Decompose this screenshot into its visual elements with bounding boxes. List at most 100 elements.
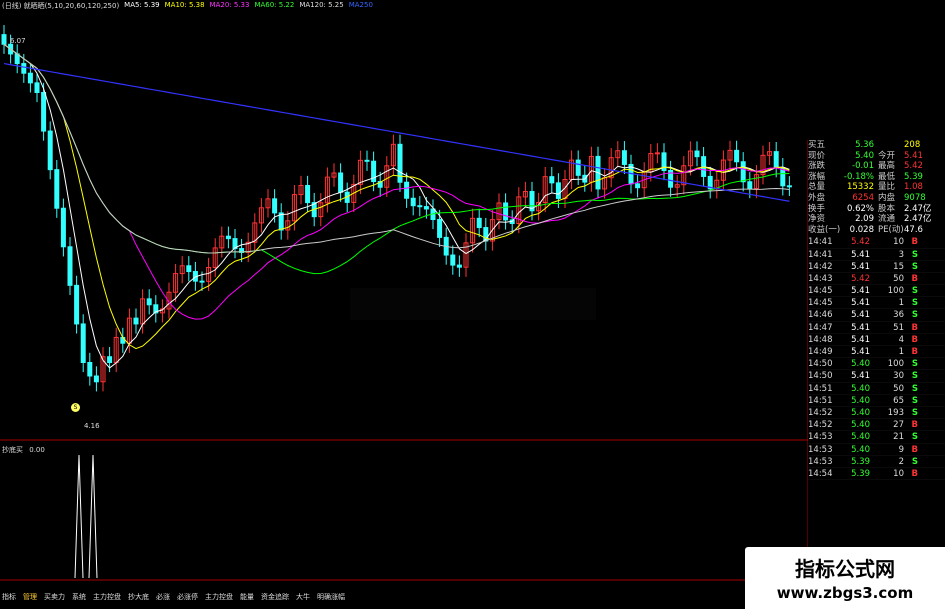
tick-price: 5.39 <box>851 456 870 467</box>
indicator-tab[interactable]: 主力控盘 <box>93 592 121 602</box>
indicator-tabs: 指标 管理 买卖力 系统 主力控盘 抄大底 必涨 必涨停 主力控盘 能量 资金追踪 大牛 明确涨幅 <box>0 592 345 602</box>
tick-price: 5.41 <box>851 310 870 321</box>
tick-volume: 10 <box>893 468 904 479</box>
tick-side: S <box>911 310 918 321</box>
tick-time: 14:50 <box>808 371 833 382</box>
quote-panel: 买五 5.36 208 现价 5.40 今开 5.41 涨跌 -0.01 最高 5.42 涨幅 -0.1… <box>808 140 945 580</box>
quote-row: 收益(一) 0.028 PE(动) 47.6 <box>808 225 945 236</box>
quote-value-2: 5.41 <box>904 150 923 161</box>
sub-chart-title: 抄底买 0.00 <box>2 445 45 455</box>
tick-volume: 50 <box>893 273 904 284</box>
quote-value: -0.01 <box>852 161 874 172</box>
quote-row: 涨跌 -0.01 最高 5.42 <box>808 161 945 172</box>
tick-volume: 193 <box>887 407 904 418</box>
candle-body <box>41 92 47 132</box>
indicator-tab[interactable]: 系统 <box>72 592 86 602</box>
kline-chart[interactable] <box>0 0 945 609</box>
quote-value-2: 47.6 <box>904 224 923 235</box>
tick-row: 14:53 5.39 2 S <box>808 456 945 468</box>
tick-side: S <box>911 407 918 418</box>
tick-volume: 27 <box>893 420 904 431</box>
tick-volume: 10 <box>893 237 904 248</box>
indicator-tab[interactable]: 主力控盘 <box>205 592 233 602</box>
tick-volume: 9 <box>898 444 904 455</box>
tick-list[interactable]: 14:41 5.42 10 B 14:41 5.41 3 S 14:42 5.41 15 S 14:43… <box>808 236 945 481</box>
tick-row: 14:46 5.41 36 S <box>808 309 945 322</box>
tick-row: 14:42 5.41 15 S <box>808 261 945 273</box>
indicator-tab[interactable]: 能量 <box>240 592 254 602</box>
tick-time: 14:48 <box>808 334 833 345</box>
indicator-tab[interactable]: 管理 <box>23 592 37 602</box>
tick-volume: 1 <box>898 298 904 309</box>
tick-time: 14:47 <box>808 322 833 333</box>
occlusion-block-top <box>534 0 945 140</box>
quote-value-2: 9078 <box>904 192 926 203</box>
quote-label: 涨跌 <box>808 161 826 172</box>
indicator-header: (日线) 就晒晒(5,10,20,60,120,250) MA5: 5.39 M… <box>2 1 373 11</box>
tick-row: 14:45 5.41 100 S <box>808 285 945 298</box>
tick-price: 5.40 <box>851 383 870 394</box>
quote-row: 买五 5.36 208 <box>808 140 945 151</box>
candle-body <box>133 317 139 325</box>
quote-row: 外盘 6254 内盘 9078 <box>808 193 945 204</box>
quote-label-2: 量比 <box>878 182 896 193</box>
candle-body <box>404 181 410 199</box>
candle-body <box>60 207 66 248</box>
indicator-tab[interactable]: 指标 <box>2 592 16 602</box>
quote-value: 15332 <box>846 182 874 193</box>
candle-body <box>747 181 753 190</box>
indicator-tab[interactable]: 大牛 <box>296 592 310 602</box>
quote-value: 5.36 <box>855 140 874 150</box>
tick-price: 5.40 <box>851 359 870 370</box>
tick-side: S <box>911 456 918 467</box>
candle-body <box>1 34 7 45</box>
candle-body <box>146 298 152 306</box>
quote-label: 买五 <box>808 140 826 150</box>
tick-time: 14:53 <box>808 432 833 443</box>
quote-value: 0.62% <box>846 203 874 214</box>
tick-row: 14:52 5.40 193 S <box>808 407 945 420</box>
candle-body <box>47 130 53 171</box>
tick-side: S <box>911 286 918 297</box>
watermark: 指标公式网 www.zbgs3.com <box>745 547 945 609</box>
indicator-tab[interactable]: 明确涨幅 <box>317 592 345 602</box>
quote-label-2: 股本 <box>878 203 896 214</box>
indicator-tab[interactable]: 必涨停 <box>177 592 198 602</box>
candle-body <box>199 280 205 283</box>
ma120-label: MA120: 5.25 <box>299 1 344 9</box>
tick-price: 5.42 <box>851 237 870 248</box>
candle-body <box>272 198 278 214</box>
tick-side: S <box>911 432 918 443</box>
quote-label: 总量 <box>808 182 826 193</box>
tick-volume: 100 <box>887 286 904 297</box>
tick-price: 5.41 <box>851 371 870 382</box>
indicator-tab[interactable]: 资金追踪 <box>261 592 289 602</box>
tick-side: B <box>911 468 918 479</box>
tick-price: 5.40 <box>851 407 870 418</box>
indicator-tab[interactable]: 必涨 <box>156 592 170 602</box>
tick-volume: 36 <box>893 310 904 321</box>
indicator-tab[interactable]: 抄大底 <box>128 592 149 602</box>
tick-side: B <box>911 237 918 248</box>
quote-value-2: 2.47亿 <box>904 214 932 225</box>
tick-price: 5.41 <box>851 249 870 260</box>
tick-side: S <box>911 371 918 382</box>
tick-side: S <box>911 359 918 370</box>
tick-time: 14:43 <box>808 273 833 284</box>
tick-side: S <box>911 383 918 394</box>
candle-body <box>93 375 99 383</box>
tick-volume: 50 <box>893 383 904 394</box>
occlusion-block-mid <box>350 288 596 320</box>
candle-body <box>34 82 40 93</box>
tick-price: 5.40 <box>851 444 870 455</box>
indicator-tab[interactable]: 买卖力 <box>44 592 65 602</box>
tick-volume: 4 <box>898 334 904 345</box>
tick-price: 5.40 <box>851 420 870 431</box>
quote-row: 总量 15332 量比 1.08 <box>808 182 945 193</box>
quote-row: 净资 2.09 流通 2.47亿 <box>808 214 945 225</box>
tick-time: 14:46 <box>808 310 833 321</box>
tick-side: S <box>911 261 918 272</box>
tick-time: 14:42 <box>808 261 833 272</box>
tick-time: 14:53 <box>808 444 833 455</box>
tick-price: 5.41 <box>851 347 870 358</box>
